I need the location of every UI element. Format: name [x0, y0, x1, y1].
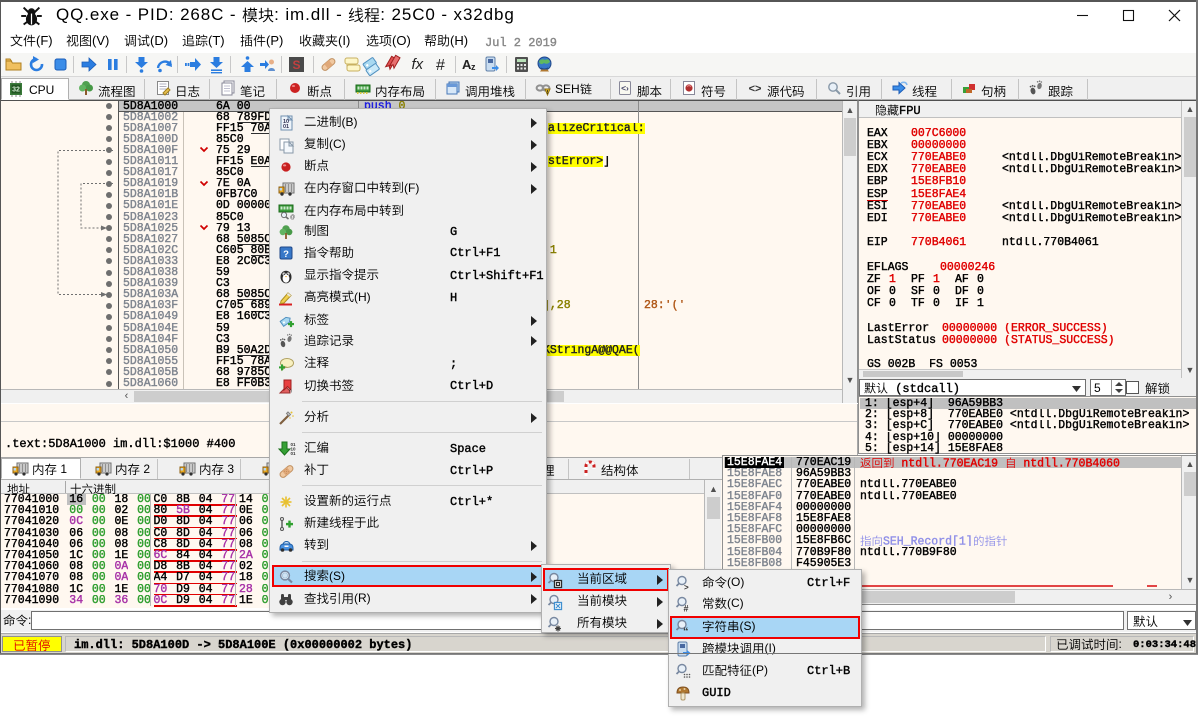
- svg-text:@: @: [290, 215, 295, 221]
- svg-text:<›: <›: [621, 83, 629, 93]
- svg-text:?: ?: [283, 249, 289, 260]
- svg-text:32: 32: [12, 87, 20, 94]
- svg-text:#: #: [436, 57, 445, 74]
- svg-text:n: n: [289, 389, 292, 395]
- svg-text:z: z: [471, 62, 476, 72]
- svg-text:011001: 011001: [291, 442, 297, 456]
- svg-text:“: “: [683, 626, 689, 638]
- svg-text:>: >: [684, 583, 689, 592]
- svg-text:fx: fx: [412, 56, 424, 73]
- svg-text:0110: 0110: [283, 119, 289, 130]
- svg-text:<>: <>: [749, 83, 762, 95]
- svg-text:#: #: [684, 604, 689, 614]
- svg-text:S: S: [292, 58, 300, 72]
